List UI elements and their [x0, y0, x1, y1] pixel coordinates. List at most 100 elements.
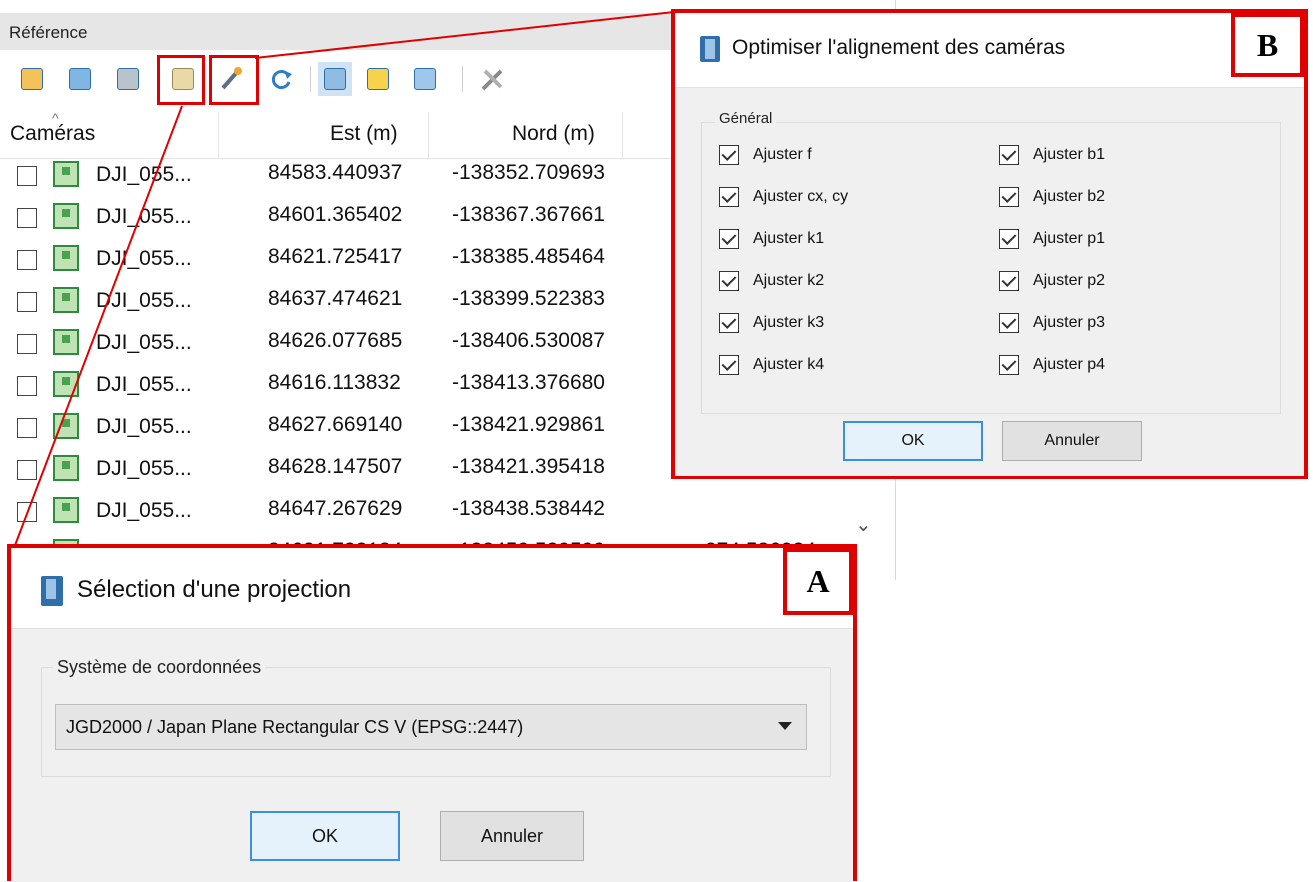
row-checkbox[interactable] [17, 166, 37, 186]
dialog-body: Système de coordonnées JGD2000 / Japan P… [11, 628, 853, 882]
checkbox-label: Ajuster k3 [753, 314, 825, 331]
nord-value: -138399.522383 [452, 287, 605, 310]
checkbox-checked-icon[interactable] [999, 229, 1019, 249]
import-icon[interactable] [15, 62, 49, 96]
nord-value: -138413.376680 [452, 371, 605, 394]
row-checkbox[interactable] [17, 292, 37, 312]
row-checkbox[interactable] [17, 418, 37, 438]
save-icon[interactable] [111, 62, 145, 96]
row-checkbox[interactable] [17, 460, 37, 480]
camera-image-icon [53, 203, 79, 229]
checkbox-label: Ajuster k4 [753, 356, 825, 373]
checkbox-label: Ajuster cx, cy [753, 188, 849, 205]
est-value: 84583.440937 [268, 161, 403, 184]
settings-icon[interactable] [476, 62, 510, 96]
column-nord[interactable]: Nord (m) [512, 122, 595, 146]
checkbox-checked-icon[interactable] [719, 271, 739, 291]
calculator-highlight [157, 55, 205, 105]
est-value: 84616.113832 [268, 371, 401, 394]
toolbar-separator [310, 66, 311, 92]
checkbox-checked-icon[interactable] [719, 145, 739, 165]
est-value: 84626.077685 [268, 329, 403, 352]
nord-value: -138367.367661 [452, 203, 605, 226]
camera-name: DJI_055... [96, 331, 192, 354]
camera-image-icon [53, 161, 79, 187]
row-checkbox[interactable] [17, 250, 37, 270]
checkbox-label: Ajuster k1 [753, 230, 825, 247]
general-group-label: Général [715, 110, 777, 127]
table-row[interactable]: DJI_055... 84647.267629 -138438.538442 [0, 494, 840, 532]
camera-image-icon [53, 287, 79, 313]
dialog-title: Optimiser l'alignement des caméras [732, 36, 1066, 59]
camera-name: DJI_055... [96, 205, 192, 228]
checkbox-label: Ajuster p1 [1033, 230, 1106, 247]
dialog-title: Sélection d'une projection [77, 576, 352, 603]
camera-image-icon [53, 371, 79, 397]
coordinate-system-value: JGD2000 / Japan Plane Rectangular CS V (… [66, 717, 524, 737]
view-errors-icon[interactable] [361, 62, 395, 96]
optimize-cameras-dialog: Optimiser l'alignement des caméras B Gén… [671, 9, 1308, 479]
est-value: 84637.474621 [268, 287, 403, 310]
scroll-down-chevron-icon[interactable]: ⌄ [855, 512, 872, 537]
checkbox-checked-icon[interactable] [719, 229, 739, 249]
checkbox-checked-icon[interactable] [719, 355, 739, 375]
row-checkbox[interactable] [17, 208, 37, 228]
checkbox-label: Ajuster f [753, 146, 812, 163]
update-icon[interactable] [264, 62, 298, 96]
wrench-highlight [209, 55, 259, 105]
camera-name: DJI_055... [96, 457, 192, 480]
row-checkbox[interactable] [17, 376, 37, 396]
view-source-icon[interactable] [318, 62, 352, 96]
est-value: 84627.669140 [268, 413, 403, 436]
label-badge-b: B [1231, 13, 1304, 77]
ok-button[interactable]: OK [250, 811, 400, 861]
checkbox-checked-icon[interactable] [999, 145, 1019, 165]
checkbox-checked-icon[interactable] [999, 355, 1019, 375]
nord-value: -138406.530087 [452, 329, 605, 352]
toolbar-separator [462, 66, 463, 92]
est-value: 84647.267629 [268, 497, 403, 520]
checkbox-checked-icon[interactable] [719, 187, 739, 207]
camera-name: DJI_055... [96, 247, 192, 270]
reference-title: Référence [9, 23, 88, 42]
dialog-body: Général Ajuster f Ajuster cx, cy Ajuster k… [675, 87, 1304, 476]
view-estimated-icon[interactable] [408, 62, 442, 96]
film-icon [41, 576, 63, 606]
camera-name: DJI_055... [96, 373, 192, 396]
label-badge-a: A [783, 548, 853, 615]
camera-image-icon [53, 329, 79, 355]
checkbox-label: Ajuster p3 [1033, 314, 1106, 331]
camera-name: DJI_055... [96, 499, 192, 522]
nord-value: -138421.929861 [452, 413, 605, 436]
coordinate-system-select[interactable]: JGD2000 / Japan Plane Rectangular CS V (… [55, 704, 807, 750]
checkbox-label: Ajuster k2 [753, 272, 825, 289]
row-checkbox[interactable] [17, 502, 37, 522]
checkbox-checked-icon[interactable] [999, 271, 1019, 291]
camera-image-icon [53, 245, 79, 271]
nord-value: -138438.538442 [452, 497, 605, 520]
est-value: 84628.147507 [268, 455, 403, 478]
row-checkbox[interactable] [17, 334, 37, 354]
ok-button[interactable]: OK [843, 421, 983, 461]
checkbox-checked-icon[interactable] [999, 313, 1019, 333]
column-separator [218, 112, 219, 158]
coordinate-system-label: Système de coordonnées [53, 657, 266, 678]
est-value: 84601.365402 [268, 203, 403, 226]
camera-image-icon [53, 413, 79, 439]
checkbox-label: Ajuster p4 [1033, 356, 1106, 373]
cancel-button[interactable]: Annuler [1002, 421, 1142, 461]
cancel-button[interactable]: Annuler [440, 811, 584, 861]
checkbox-checked-icon[interactable] [719, 313, 739, 333]
export-icon[interactable] [63, 62, 97, 96]
camera-name: DJI_055... [96, 289, 192, 312]
dropdown-arrow-icon[interactable] [778, 722, 792, 730]
est-value: 84621.725417 [268, 245, 403, 268]
projection-dialog: Sélection d'une projection A Système de … [7, 544, 857, 882]
nord-value: -138385.485464 [452, 245, 605, 268]
column-cameras[interactable]: Caméras [10, 122, 95, 146]
column-separator [428, 112, 429, 158]
checkbox-label: Ajuster b1 [1033, 146, 1106, 163]
nord-value: -138352.709693 [452, 161, 605, 184]
checkbox-checked-icon[interactable] [999, 187, 1019, 207]
column-est[interactable]: Est (m) [330, 122, 398, 146]
